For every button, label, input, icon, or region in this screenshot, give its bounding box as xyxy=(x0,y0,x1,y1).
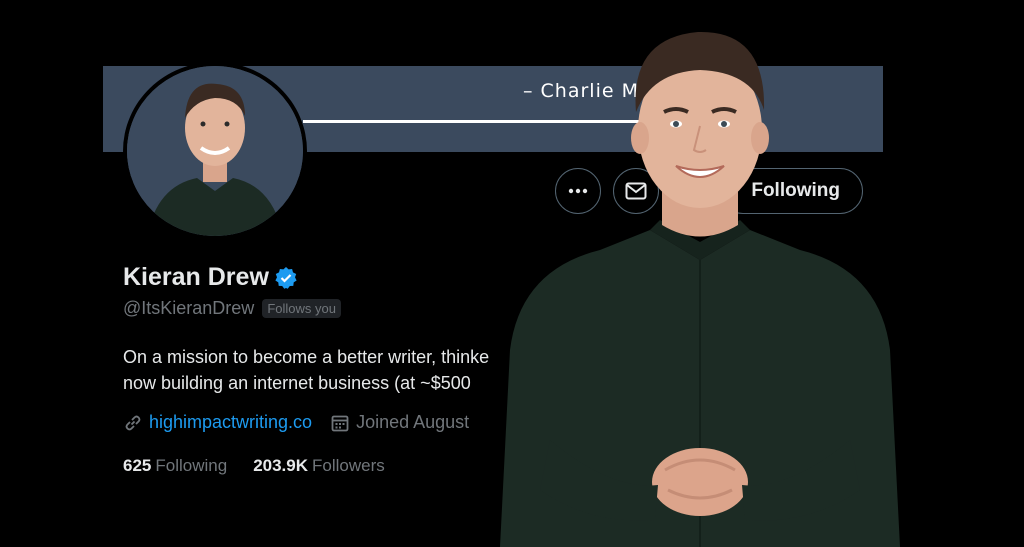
profile-bio: On a mission to become a better writer, … xyxy=(123,344,489,396)
avatar[interactable] xyxy=(123,62,307,240)
follows-you-badge: Follows you xyxy=(262,299,341,318)
profile-name: Kieran Drew xyxy=(123,263,269,291)
calendar-icon xyxy=(331,415,349,431)
website-link[interactable]: highimpactwriting.co xyxy=(149,412,312,433)
followers-label: Followers xyxy=(312,456,385,475)
joined-item: Joined August xyxy=(330,412,469,433)
avatar-photo xyxy=(127,66,303,236)
profile-meta: highimpactwriting.co Joined August xyxy=(123,412,487,433)
website-item: highimpactwriting.co xyxy=(123,412,312,433)
profile-stats: 625 Following 203.9K Followers xyxy=(123,456,411,476)
following-count: 625 xyxy=(123,456,152,475)
name-row: Kieran Drew xyxy=(123,263,297,292)
followers-count: 203.9K xyxy=(253,456,309,475)
bio-line: now building an internet business (at ~$… xyxy=(123,373,471,393)
handle-row: @ItsKieranDrew Follows you xyxy=(123,298,341,319)
verified-badge-icon xyxy=(275,266,297,289)
following-label: Following xyxy=(155,456,228,475)
followers-stat[interactable]: 203.9K Followers xyxy=(253,456,385,476)
following-stat[interactable]: 625 Following xyxy=(123,456,227,476)
joined-date: Joined August xyxy=(356,412,470,432)
person-cutout-image xyxy=(500,31,900,547)
link-icon xyxy=(125,415,141,430)
bio-line: On a mission to become a better writer, … xyxy=(123,347,490,367)
profile-handle: @ItsKieranDrew xyxy=(123,298,255,318)
